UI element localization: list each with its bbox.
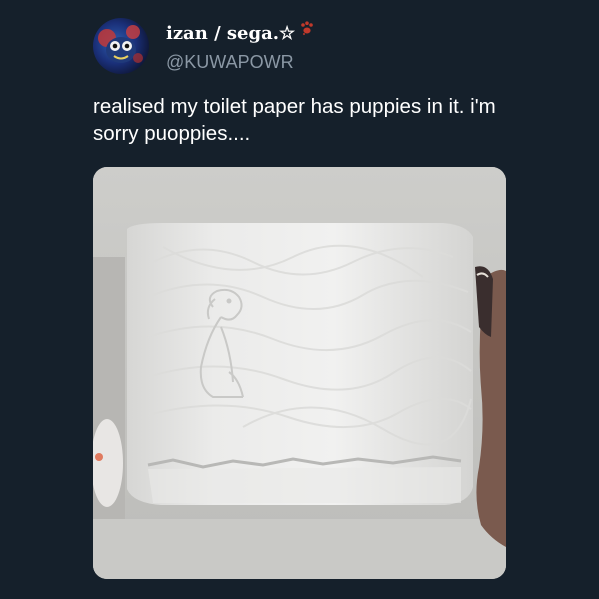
tweet-text: realised my toilet paper has puppies in … [93, 95, 496, 145]
display-name[interactable]: izan / sega.☆ [166, 21, 315, 45]
toilet-paper-roll-photo [93, 167, 506, 579]
user-handle[interactable]: @KUWAPOWR [166, 51, 294, 73]
tweet[interactable]: izan / sega.☆ @KUWAPOWR realised my toil… [0, 0, 599, 599]
avatar-icon [98, 25, 143, 63]
display-name-text: izan / sega.☆ [166, 23, 296, 44]
avatar[interactable] [93, 18, 149, 74]
tweet-photo[interactable] [93, 167, 506, 579]
paw-print-icon [301, 21, 313, 36]
